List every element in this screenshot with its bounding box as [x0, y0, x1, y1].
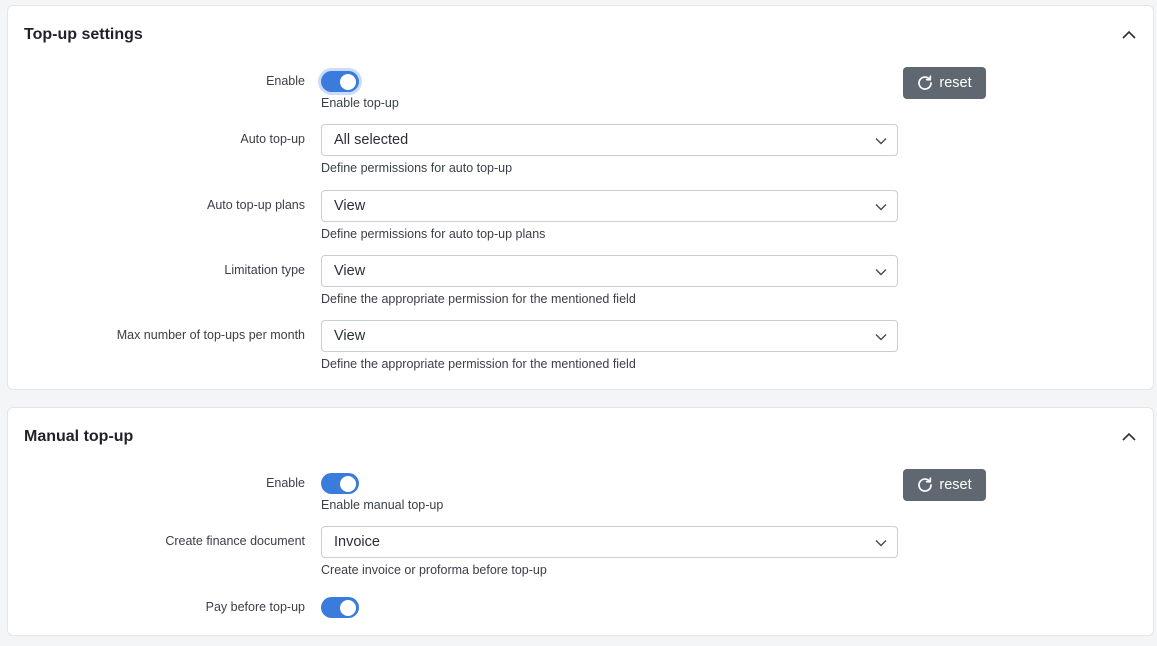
manual-topup-title: Manual top-up	[24, 428, 134, 445]
manual-enable-label: Enable	[266, 476, 305, 490]
refresh-icon	[917, 477, 933, 493]
chevron-down-icon	[874, 200, 888, 214]
topup-enable-label: Enable	[266, 74, 305, 88]
refresh-icon	[917, 75, 933, 91]
pay-before-toggle[interactable]	[321, 597, 359, 618]
chevron-down-icon	[874, 536, 888, 550]
auto-topup-plans-label: Auto top-up plans	[207, 198, 305, 212]
pay-before-label: Pay before top-up	[205, 600, 305, 614]
manual-enable-help: Enable manual top-up	[321, 498, 444, 512]
toggle-knob	[340, 73, 356, 90]
topup-enable-help: Enable top-up	[321, 96, 399, 110]
limitation-type-value: View	[334, 263, 366, 279]
finance-document-select[interactable]: Invoice	[321, 526, 898, 558]
auto-topup-plans-value: View	[334, 198, 366, 214]
topup-enable-toggle[interactable]	[321, 71, 359, 92]
limitation-type-select[interactable]: View	[321, 255, 898, 287]
finance-document-label: Create finance document	[165, 534, 305, 548]
auto-topup-plans-help: Define permissions for auto top-up plans	[321, 227, 546, 241]
topup-settings-title: Top-up settings	[24, 26, 143, 43]
manual-reset-label: reset	[939, 477, 972, 493]
auto-topup-plans-select[interactable]: View	[321, 190, 898, 222]
topup-reset-label: reset	[939, 75, 972, 91]
finance-document-help: Create invoice or proforma before top-up	[321, 563, 547, 577]
topup-settings-card: Top-up settings Enable Enable top-up res…	[7, 5, 1154, 390]
auto-topup-value: All selected	[334, 132, 409, 148]
topup-reset-button[interactable]: reset	[903, 67, 986, 99]
manual-topup-card: Manual top-up Enable Enable manual top-u…	[7, 407, 1154, 636]
auto-topup-help: Define permissions for auto top-up	[321, 161, 513, 175]
manual-reset-button[interactable]: reset	[903, 469, 986, 501]
limitation-type-label: Limitation type	[224, 263, 305, 277]
auto-topup-label: Auto top-up	[240, 132, 305, 146]
max-topups-label: Max number of top-ups per month	[116, 328, 305, 342]
chevron-down-icon	[874, 134, 888, 148]
auto-topup-select[interactable]: All selected	[321, 124, 898, 156]
toggle-knob	[340, 475, 356, 492]
max-topups-value: View	[334, 328, 366, 344]
chevron-down-icon	[874, 330, 888, 344]
chevron-up-icon	[1122, 30, 1136, 39]
max-topups-select[interactable]: View	[321, 320, 898, 352]
limitation-type-help: Define the appropriate permission for th…	[321, 292, 636, 306]
chevron-down-icon	[874, 265, 888, 279]
toggle-knob	[340, 599, 356, 616]
chevron-up-icon	[1122, 432, 1136, 441]
finance-document-value: Invoice	[334, 534, 380, 550]
max-topups-help: Define the appropriate permission for th…	[321, 357, 636, 371]
manual-topup-collapse-button[interactable]	[1119, 426, 1139, 446]
topup-settings-collapse-button[interactable]	[1119, 24, 1139, 44]
manual-enable-toggle[interactable]	[321, 473, 359, 494]
